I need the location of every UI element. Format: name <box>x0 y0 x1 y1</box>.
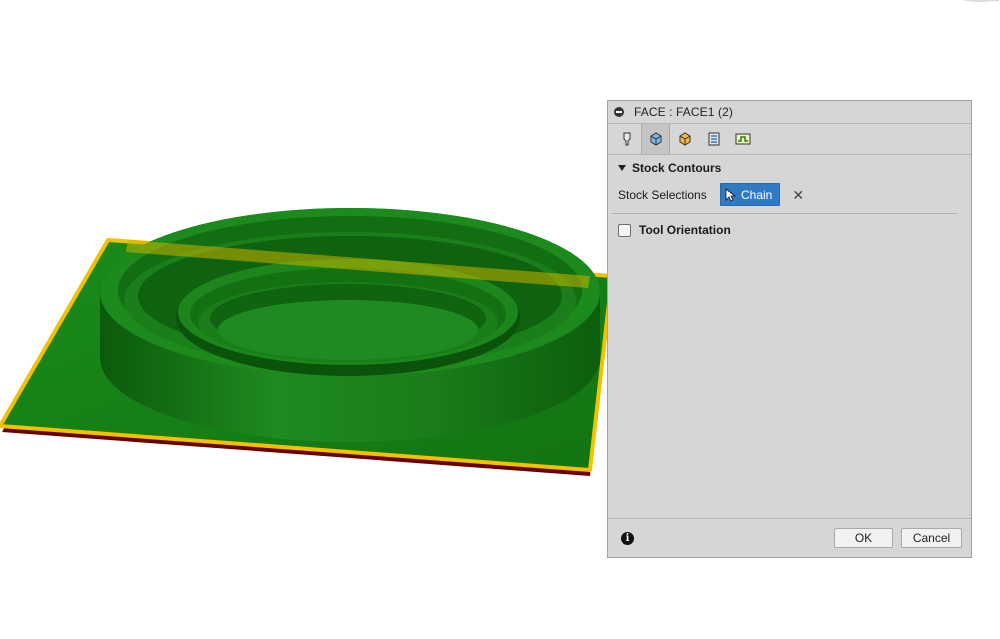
tool-orientation-checkbox[interactable] <box>618 223 631 237</box>
chain-selection-button[interactable]: Chain <box>720 183 781 206</box>
clear-selection-icon[interactable]: ✕ <box>792 188 804 202</box>
ok-button[interactable]: OK <box>834 528 893 548</box>
linking-icon <box>735 133 750 145</box>
heights-icon <box>679 132 690 146</box>
tool-orientation-label: Tool Orientation <box>639 223 731 237</box>
cursor-icon <box>725 187 736 202</box>
dialog-footer: i OK Cancel <box>608 518 971 557</box>
section-title: Stock Contours <box>632 161 722 175</box>
caret-down-icon <box>618 165 626 171</box>
tab-tool[interactable] <box>612 124 641 154</box>
collapse-icon[interactable] <box>614 107 624 117</box>
tool-icon <box>623 132 630 146</box>
stock-selections-row: Stock Selections Chain ✕ <box>618 183 804 206</box>
section-stock-contours[interactable]: Stock Contours <box>618 161 721 175</box>
stock-selections-label: Stock Selections <box>618 187 707 202</box>
tab-passes[interactable] <box>699 124 728 154</box>
tab-heights[interactable] <box>670 124 699 154</box>
dialog-title-bar[interactable]: FACE : FACE1 (2) <box>608 101 971 123</box>
chain-label: Chain <box>741 187 773 202</box>
info-icon[interactable]: i <box>621 532 634 545</box>
passes-icon <box>708 132 719 146</box>
tab-strip <box>608 123 971 155</box>
geometry-icon <box>650 132 661 146</box>
tab-geometry[interactable] <box>641 124 670 154</box>
tab-linking[interactable] <box>728 124 757 154</box>
tool-orientation-row[interactable]: Tool Orientation <box>618 223 731 237</box>
cancel-button[interactable]: Cancel <box>901 528 962 548</box>
face-dialog: FACE : FACE1 (2) Stock Contours Stock Se… <box>607 100 972 558</box>
corner-fragment <box>962 0 999 2</box>
dialog-title: FACE : FACE1 (2) <box>634 105 733 119</box>
divider <box>612 213 957 214</box>
